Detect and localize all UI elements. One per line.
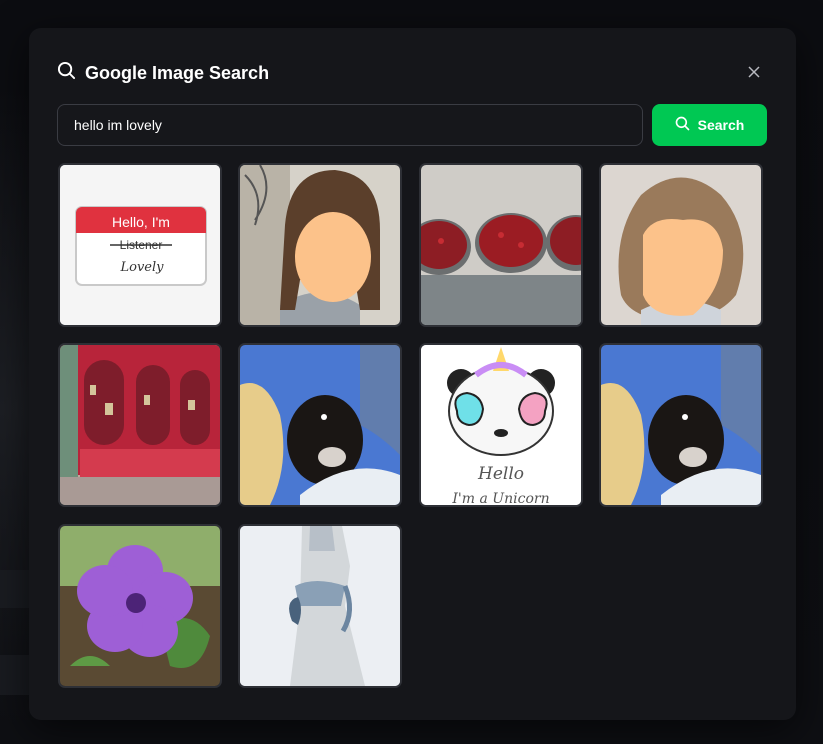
- unicorn-caption-line: I'm a Unicorn: [451, 491, 549, 505]
- search-button[interactable]: Search: [652, 104, 767, 146]
- result-hello-im-sticker[interactable]: Hello, I'm Listener Lovely: [58, 163, 222, 327]
- dialog-header: Google Image Search: [57, 61, 269, 85]
- result-selfie-with-dog-1[interactable]: [238, 343, 402, 507]
- result-red-bookshelf-room[interactable]: [58, 343, 222, 507]
- sticker-handwritten-word: Lovely: [120, 260, 165, 275]
- result-purple-flower[interactable]: [58, 524, 222, 688]
- unicorn-caption-hello: Hello: [477, 464, 524, 484]
- result-person-portrait-2[interactable]: [599, 163, 763, 327]
- search-icon: [57, 61, 76, 85]
- search-icon: [675, 116, 690, 134]
- dialog-title: Google Image Search: [85, 62, 270, 83]
- result-person-in-white-dress[interactable]: [238, 524, 402, 688]
- result-selfie-with-dog-2[interactable]: [599, 343, 763, 507]
- image-search-dialog: Google Image Search Search Hello, I'm Li…: [29, 28, 796, 720]
- result-person-portrait-1[interactable]: [238, 163, 402, 327]
- search-input[interactable]: [57, 104, 643, 146]
- result-cranberry-bowls[interactable]: [419, 163, 583, 327]
- search-button-label: Search: [697, 117, 745, 133]
- sticker-heading: Hello, I'm: [112, 214, 170, 230]
- close-icon[interactable]: [746, 64, 762, 80]
- result-hello-unicorn-panda[interactable]: Hello I'm a Unicorn: [419, 343, 583, 507]
